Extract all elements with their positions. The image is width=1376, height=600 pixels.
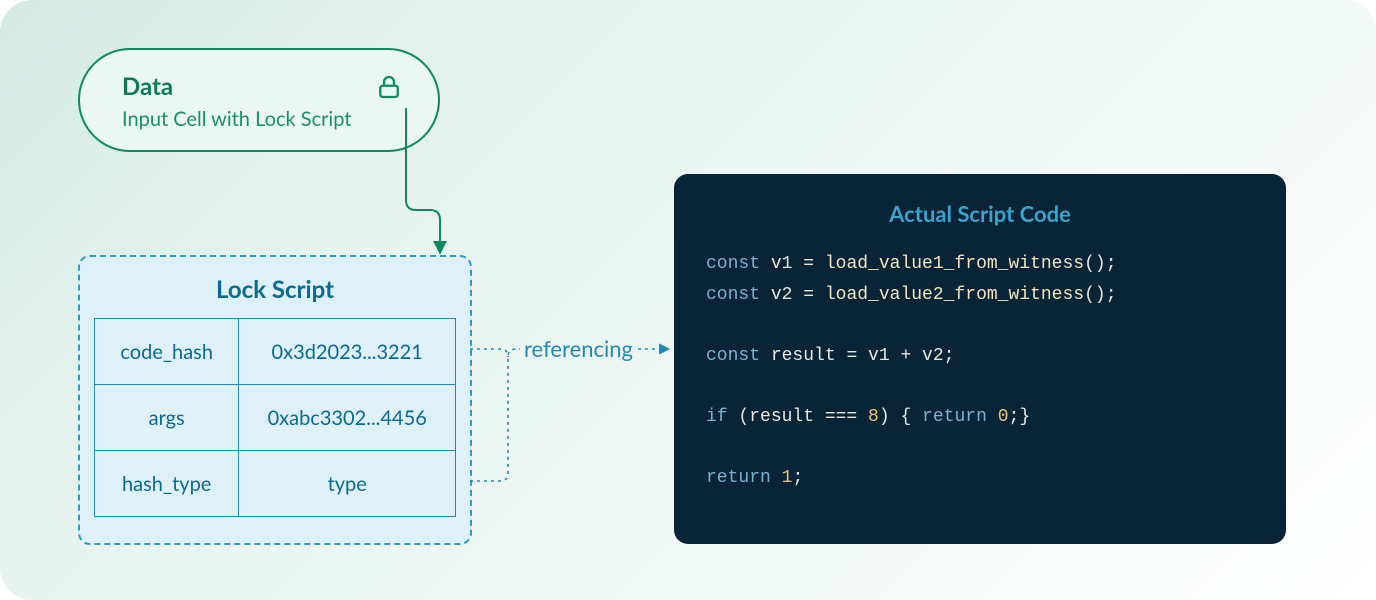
code-number: 1 xyxy=(782,468,793,488)
diagram-canvas: Data Input Cell with Lock Script Lock Sc… xyxy=(0,0,1376,600)
dotted-code-hash-branch xyxy=(470,349,508,357)
code-number: 0 xyxy=(998,407,1009,427)
lock-script-title: Lock Script xyxy=(94,275,456,304)
code-text xyxy=(987,407,998,427)
code-text: (); xyxy=(1084,254,1116,274)
data-cell-subtitle: Input Cell with Lock Script xyxy=(122,107,396,131)
cell-hash-type-key: hash_type xyxy=(95,451,239,517)
cell-args-key: args xyxy=(95,385,239,451)
table-row: args 0xabc3302...4456 xyxy=(95,385,456,451)
code-text: v2 xyxy=(760,285,803,305)
code-text: = xyxy=(846,346,868,366)
code-panel-body: const v1 = load_value1_from_witness(); c… xyxy=(706,249,1254,494)
code-text: = xyxy=(803,285,825,305)
code-text: v1 xyxy=(760,254,803,274)
data-cell: Data Input Cell with Lock Script xyxy=(78,48,440,152)
cell-code-hash-key: code_hash xyxy=(95,319,239,385)
code-text: ;} xyxy=(1009,407,1031,427)
lock-script-table: code_hash 0x3d2023...3221 args 0xabc3302… xyxy=(94,318,456,517)
referencing-label: referencing xyxy=(520,335,637,362)
code-text: v1 + v2; xyxy=(868,346,954,366)
cell-hash-type-value: type xyxy=(239,451,456,517)
code-keyword: return xyxy=(706,468,771,488)
code-keyword: if xyxy=(706,407,728,427)
code-number: 8 xyxy=(868,407,879,427)
code-function: load_value2_from_witness xyxy=(825,285,1084,305)
code-text xyxy=(771,468,782,488)
code-text: ) { xyxy=(879,407,922,427)
code-keyword: return xyxy=(922,407,987,427)
code-function: load_value1_from_witness xyxy=(825,254,1084,274)
data-cell-title: Data xyxy=(122,72,396,101)
lock-icon xyxy=(374,72,404,102)
cell-args-value: 0xabc3302...4456 xyxy=(239,385,456,451)
code-text: (); xyxy=(1084,285,1116,305)
code-keyword: const xyxy=(706,254,760,274)
code-keyword: const xyxy=(706,346,760,366)
code-text: (result === xyxy=(728,407,868,427)
cell-code-hash-value: 0x3d2023...3221 xyxy=(239,319,456,385)
code-panel-title: Actual Script Code xyxy=(706,200,1254,227)
code-text: = xyxy=(803,254,825,274)
code-text: ; xyxy=(792,468,803,488)
dotted-hash-type-branch xyxy=(470,349,520,481)
table-row: hash_type type xyxy=(95,451,456,517)
table-row: code_hash 0x3d2023...3221 xyxy=(95,319,456,385)
code-keyword: const xyxy=(706,285,760,305)
code-panel: Actual Script Code const v1 = load_value… xyxy=(674,174,1286,544)
code-text: result xyxy=(760,346,846,366)
lock-script-panel: Lock Script code_hash 0x3d2023...3221 ar… xyxy=(78,255,472,545)
